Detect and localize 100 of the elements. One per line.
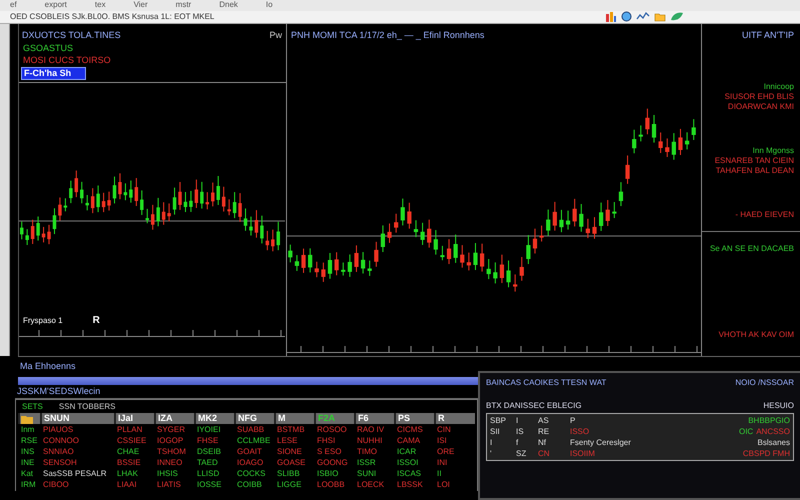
candlestick xyxy=(172,187,176,215)
column-header[interactable]: IZA xyxy=(155,413,195,424)
panel-title: BAINCAS CAOIKES TTESN WAT xyxy=(486,377,606,388)
candlestick xyxy=(539,225,544,242)
candlestick xyxy=(427,219,432,248)
column-header[interactable]: F6 xyxy=(355,413,395,424)
menu-item[interactable]: export xyxy=(44,0,67,10)
table-cell-text: SLIBB xyxy=(276,468,301,480)
candlestick xyxy=(480,243,484,272)
filter-label: SETS xyxy=(22,401,43,414)
globe-icon[interactable] xyxy=(621,11,632,22)
column-header[interactable]: PS xyxy=(395,413,435,424)
candlestick xyxy=(96,184,100,213)
folder-icon xyxy=(20,414,34,424)
column-header[interactable]: R xyxy=(435,413,475,424)
table-cell-text: LOOBB xyxy=(316,479,346,490)
column-header[interactable]: IJaI xyxy=(115,413,155,424)
chart-footer-label: Fryspaso 1 xyxy=(23,316,63,326)
order-cell-text: Nf xyxy=(538,437,547,448)
candlestick xyxy=(64,198,68,212)
candlestick xyxy=(206,192,210,210)
panel-subtitle: BTX DANISSEC EBLECIG xyxy=(486,400,582,412)
candlestick xyxy=(254,210,258,238)
candlestick xyxy=(348,254,352,278)
candlestick xyxy=(579,203,584,232)
candlestick xyxy=(586,218,590,239)
table-cell-text: SIONE xyxy=(276,446,303,458)
candlestick xyxy=(140,190,144,216)
table-cell-text: IYOIEI xyxy=(196,424,222,436)
candlestick xyxy=(124,182,128,201)
candlestick xyxy=(184,191,188,212)
table-cell-text: ISBIO xyxy=(316,468,340,480)
row-label: INS xyxy=(20,446,36,458)
leaf-icon[interactable] xyxy=(670,11,684,22)
table-cell-text: BSTMB xyxy=(276,424,306,436)
menu-item[interactable]: Vier xyxy=(134,0,148,10)
candlestick xyxy=(552,201,557,232)
table-cell-text: ROSOO xyxy=(316,424,348,436)
order-cell-text: SZ xyxy=(516,448,528,460)
table-cell-text: FHSI xyxy=(316,435,336,446)
column-header[interactable]: MK2 xyxy=(195,413,235,424)
table-cell-text: FHSE xyxy=(196,435,220,446)
order-cell-text: RE xyxy=(538,426,550,438)
table-cell-text: NUHHI xyxy=(356,435,384,446)
table-cell-text: IOSSE xyxy=(196,479,222,490)
column-header[interactable]: SNUN xyxy=(41,413,115,424)
candlestick xyxy=(592,216,597,240)
quote-line: Se AN SE EN DACAEB xyxy=(710,244,794,254)
table-cell-text: SUNI xyxy=(356,468,378,480)
candlestick xyxy=(380,224,385,252)
table-cell-text: IHSIS xyxy=(156,468,179,480)
bar-chart-icon[interactable] xyxy=(605,11,617,22)
candlestick xyxy=(102,192,106,213)
indicator-item[interactable]: MOSI CUCS TOIRSO xyxy=(21,54,113,66)
table-cell-text: COCKS xyxy=(236,468,266,480)
menu-item[interactable]: ef xyxy=(10,0,17,10)
candlestick xyxy=(189,190,193,212)
menu-item[interactable]: Io xyxy=(266,0,273,10)
table-cell-text: LIATIS xyxy=(156,479,182,490)
candlestick xyxy=(658,132,663,154)
indicator-item[interactable]: GSOASTUS xyxy=(21,42,76,54)
candlestick xyxy=(58,196,62,221)
table-cell-text: CONNOO xyxy=(42,435,80,446)
candlestick xyxy=(129,180,133,204)
table-cell-text: LOI xyxy=(436,479,451,490)
candlestick xyxy=(194,179,198,208)
table-cell-text: TSHOM xyxy=(156,446,187,458)
table-cell-text: CCLMBE xyxy=(236,435,272,446)
table-cell-text: ISCAS xyxy=(396,468,422,480)
candlestick xyxy=(618,182,624,206)
menu-item[interactable]: tex xyxy=(94,0,106,10)
table-cell-text: RAO IV xyxy=(356,424,386,436)
indicator-item[interactable]: F-Ch'ha Sh xyxy=(21,66,86,80)
column-header[interactable]: M xyxy=(275,413,315,424)
column-header[interactable]: NFG xyxy=(235,413,275,424)
candlestick xyxy=(672,132,676,160)
candlestick xyxy=(374,241,378,268)
candlestick xyxy=(513,274,518,292)
candlestick xyxy=(314,261,319,278)
panel-title: JSSKM'SEDSWlecin xyxy=(15,385,478,400)
order-value: ANCSSO xyxy=(756,426,790,438)
order-cell-text: P xyxy=(570,415,576,426)
candlestick xyxy=(134,177,138,206)
candlestick xyxy=(266,230,270,251)
candlestick xyxy=(678,128,683,156)
candlestick xyxy=(394,213,398,234)
quote-line: ESNAREB TAN CIEIN xyxy=(714,156,794,166)
table-cell-text: SNNIAO xyxy=(42,446,75,458)
table-cell-text: ORE xyxy=(436,446,456,458)
candlestick xyxy=(606,199,610,226)
table-cell-text: INI xyxy=(436,457,448,468)
order-cell-text: f xyxy=(516,437,520,448)
menu-item[interactable]: mstr xyxy=(176,0,192,10)
menu-item[interactable]: Dnek xyxy=(219,0,238,10)
candlestick xyxy=(473,242,478,270)
candlestick xyxy=(260,215,264,244)
table-cell-text: IOAGO xyxy=(236,457,264,468)
row-label: INE xyxy=(20,457,36,468)
candlestick xyxy=(222,186,226,212)
table-cell-text: ISI xyxy=(436,435,448,446)
